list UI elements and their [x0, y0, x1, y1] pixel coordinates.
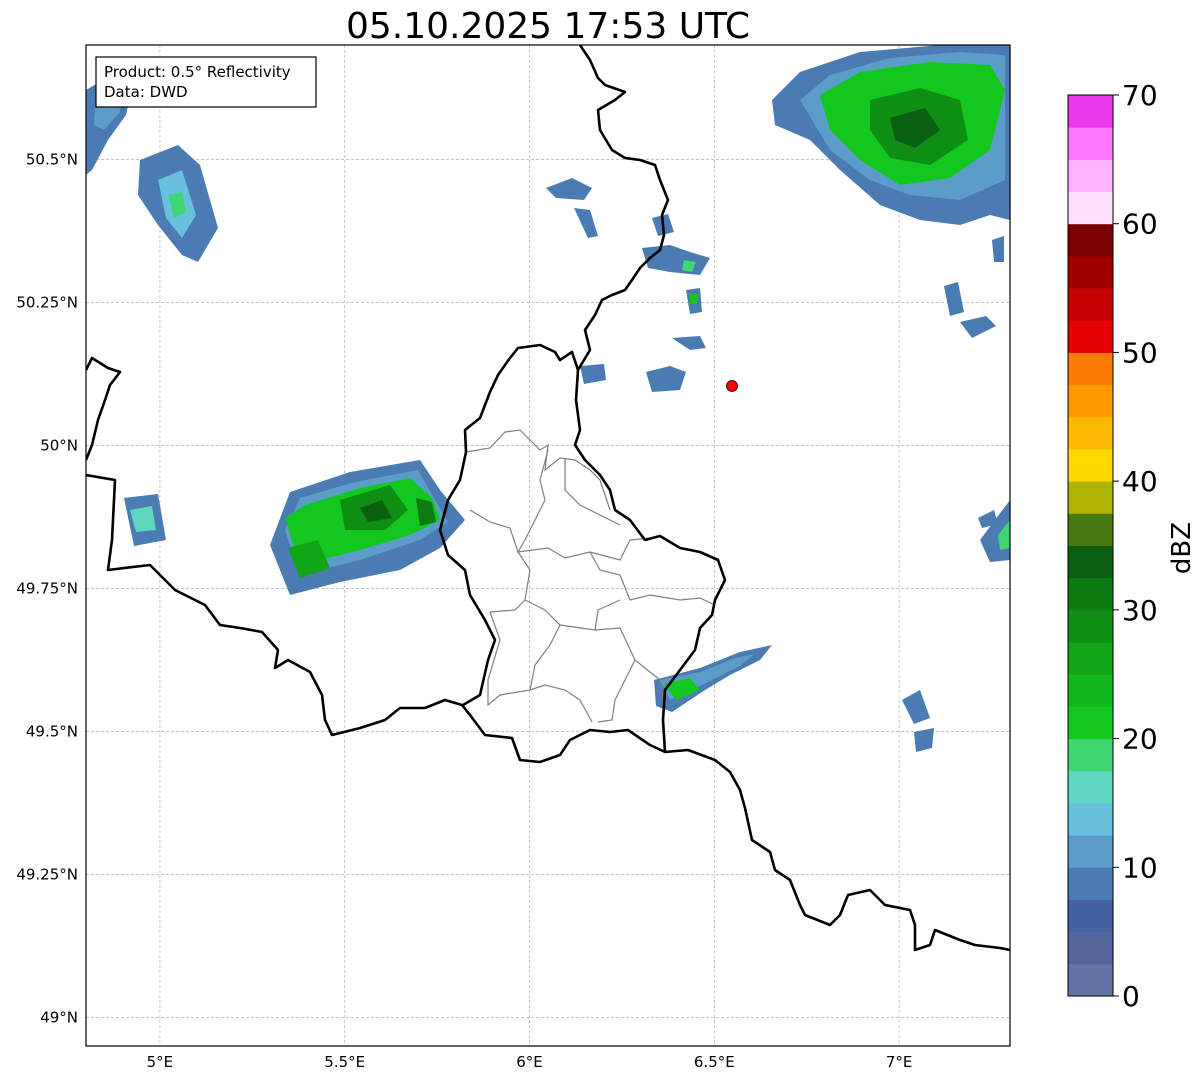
colorbar-bin: [1068, 320, 1113, 353]
lat-tick-label: 49.5°N: [26, 722, 78, 740]
colorbar-tick-label: 70: [1122, 79, 1158, 112]
colorbar-bin: [1068, 416, 1113, 450]
lat-tick-label: 49°N: [40, 1008, 78, 1026]
radar-site: [726, 380, 738, 392]
colorbar-bin: [1068, 513, 1113, 546]
colorbar-bin: [1068, 899, 1113, 933]
colorbar-tick-label: 20: [1122, 723, 1158, 756]
colorbar-bin: [1068, 609, 1113, 643]
echo-north-5-core: [690, 294, 698, 304]
colorbar-bin: [1068, 127, 1113, 160]
colorbar-bin: [1068, 835, 1113, 868]
info-product: Product: 0.5° Reflectivity: [104, 63, 291, 81]
echo-east-small-3: [992, 236, 1004, 262]
radar-site-marker: [726, 380, 738, 392]
colorbar-bin: [1068, 95, 1113, 128]
lon-tick-label: 5.5°E: [324, 1053, 365, 1071]
colorbar-tick-label: 10: [1122, 851, 1158, 884]
colorbar-bin: [1068, 255, 1113, 289]
lat-tick-label: 49.25°N: [16, 865, 78, 883]
colorbar-bin: [1068, 159, 1113, 193]
colorbar-ticks: 0 10 20 30 40 50 60 70: [1113, 79, 1158, 1013]
info-box: Product: 0.5° Reflectivity Data: DWD: [95, 56, 317, 108]
colorbar-bin: [1068, 352, 1113, 386]
colorbar-tick-label: 0: [1122, 980, 1140, 1013]
figure-canvas: 05.10.2025 17:53 UTC Product: 0.5° Refle…: [16, 6, 1197, 1071]
colorbar-bin: [1068, 770, 1113, 804]
lat-tick-label: 50.25°N: [16, 293, 78, 311]
lat-tick-label: 50.5°N: [26, 150, 78, 168]
lat-tick-label: 49.75°N: [16, 579, 78, 597]
colorbar-bin: [1068, 674, 1113, 707]
lat-tick-label: 50°N: [40, 436, 78, 454]
colorbar-bin: [1068, 577, 1113, 611]
colorbar-bin: [1068, 191, 1113, 225]
colorbar-tick-label: 50: [1122, 336, 1158, 369]
lon-tick-label: 6°E: [516, 1053, 543, 1071]
lon-tick-label: 7°E: [886, 1053, 913, 1071]
colorbar-bin: [1068, 642, 1113, 675]
lon-tick-label: 6.5°E: [694, 1053, 735, 1071]
colorbar: 0 10 20 30 40 50 60 70 dBZ: [1067, 79, 1197, 1013]
colorbar-bin: [1068, 545, 1113, 579]
colorbar-tick-label: 30: [1122, 594, 1158, 627]
colorbar-bin: [1068, 223, 1113, 257]
radar-figure: 05.10.2025 17:53 UTC Product: 0.5° Refle…: [0, 0, 1202, 1085]
colorbar-bins: [1068, 95, 1113, 997]
colorbar-bin: [1068, 738, 1113, 772]
colorbar-bin: [1068, 802, 1113, 836]
colorbar-bin: [1068, 288, 1113, 321]
lon-tick-labels: 5°E 5.5°E 6°E 6.5°E 7°E: [147, 1053, 913, 1071]
colorbar-bin: [1068, 963, 1113, 997]
colorbar-bin: [1068, 867, 1113, 900]
colorbar-tick-label: 60: [1122, 208, 1158, 241]
colorbar-bin: [1068, 384, 1113, 418]
colorbar-label: dBZ: [1167, 522, 1197, 574]
map-title: 05.10.2025 17:53 UTC: [346, 6, 750, 47]
colorbar-bin: [1068, 481, 1113, 514]
colorbar-tick-label: 40: [1122, 465, 1158, 498]
map-panel: Product: 0.5° Reflectivity Data: DWD 5°E…: [16, 44, 1011, 1071]
lon-tick-label: 5°E: [147, 1053, 174, 1071]
colorbar-bin: [1068, 706, 1113, 740]
colorbar-bin: [1068, 448, 1113, 482]
info-data-source: Data: DWD: [104, 83, 188, 101]
lat-tick-labels: 50.5°N 50.25°N 50°N 49.75°N 49.5°N 49.25°N 49°…: [16, 150, 78, 1026]
colorbar-bin: [1068, 931, 1113, 965]
